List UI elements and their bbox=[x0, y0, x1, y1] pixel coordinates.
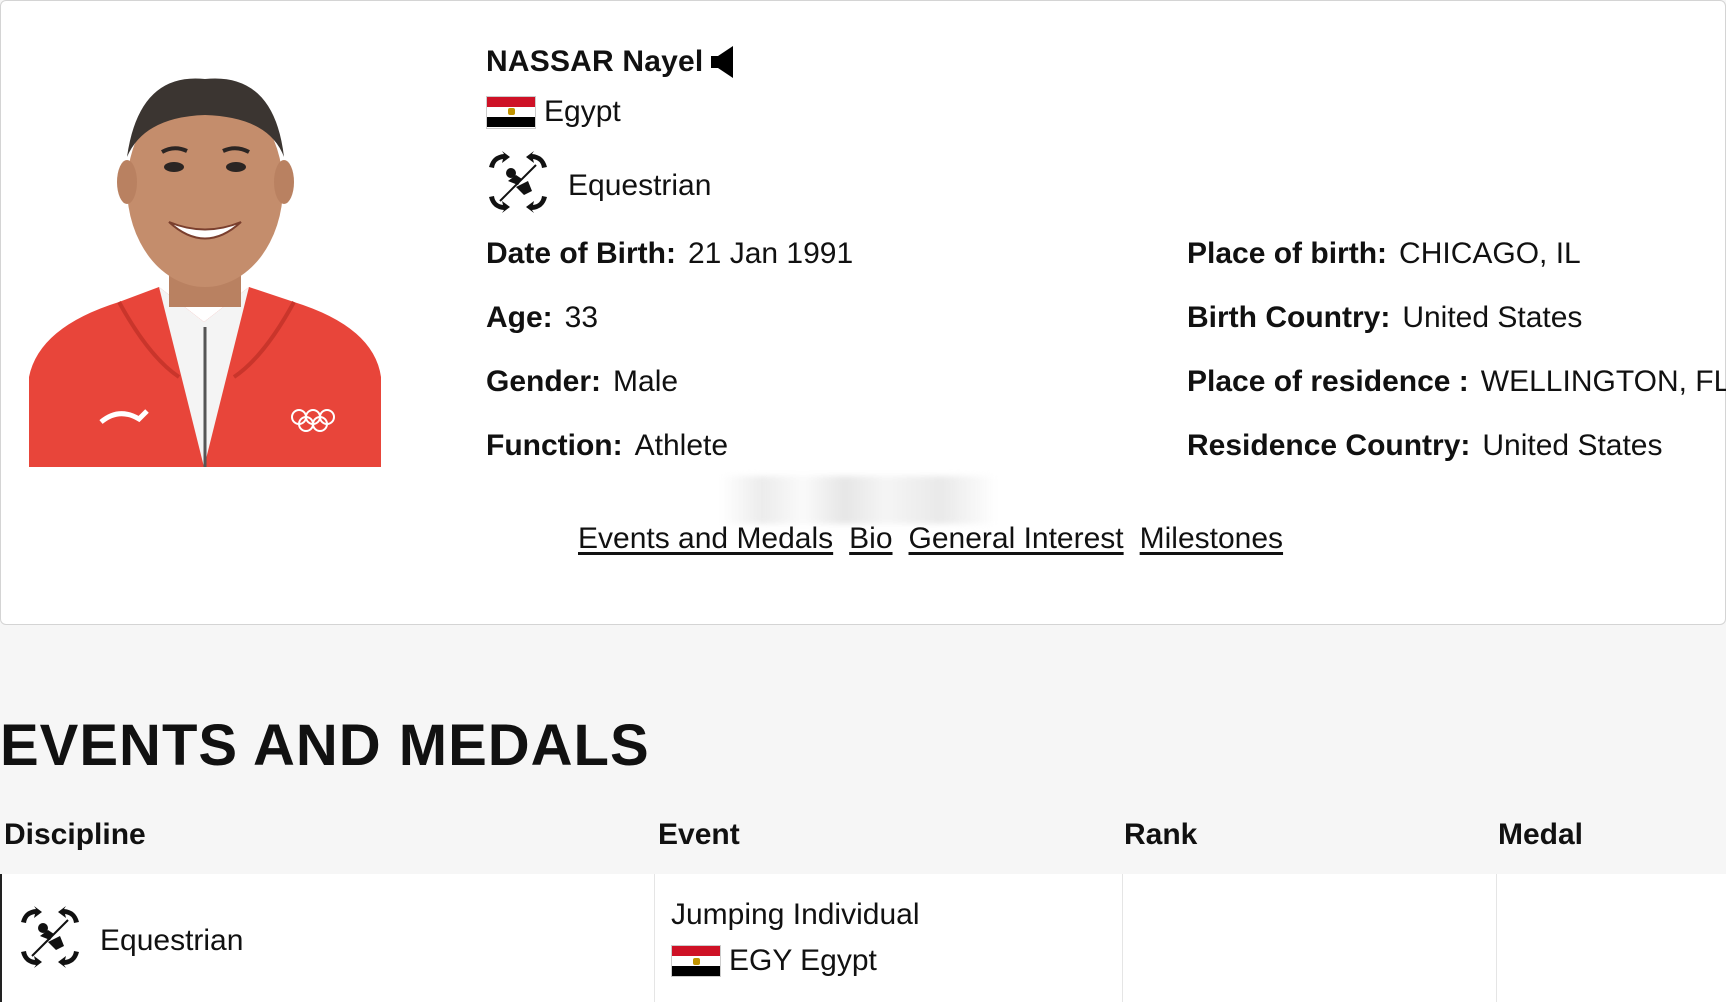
place-of-birth: Place of birth: CHICAGO, IL bbox=[1187, 237, 1581, 270]
section-title: EVENTS AND MEDALS bbox=[0, 713, 650, 778]
athlete-country: Egypt bbox=[544, 95, 621, 128]
event-cell: Jumping Individual EGY Egypt bbox=[654, 874, 1122, 1002]
gender: Gender: Male bbox=[486, 365, 679, 398]
function: Function: Athlete bbox=[486, 429, 729, 462]
col-rank: Rank bbox=[1124, 818, 1198, 851]
profile-nav: Events and Medals Bio General Interest M… bbox=[578, 522, 1283, 556]
athlete-sport: Equestrian bbox=[568, 169, 712, 202]
blurred-region bbox=[721, 476, 996, 524]
birth-country: Birth Country: United States bbox=[1187, 301, 1583, 334]
equestrian-pictogram-icon bbox=[18, 906, 82, 976]
table-row[interactable]: Equestrian Jumping Individual EGY Egypt bbox=[0, 874, 1726, 1002]
col-event: Event bbox=[658, 818, 740, 851]
speaker-icon[interactable] bbox=[709, 45, 735, 79]
event-noc: EGY Egypt bbox=[729, 944, 877, 977]
egypt-flag-icon bbox=[671, 945, 721, 977]
equestrian-pictogram-icon bbox=[486, 151, 550, 221]
residence-country: Residence Country: United States bbox=[1187, 429, 1663, 462]
link-events-and-medals[interactable]: Events and Medals bbox=[578, 522, 833, 556]
athlete-name: NASSAR Nayel bbox=[486, 45, 704, 78]
egypt-flag-icon bbox=[486, 95, 536, 129]
col-medal: Medal bbox=[1498, 818, 1584, 851]
age: Age: 33 bbox=[486, 301, 599, 334]
col-discipline: Discipline bbox=[4, 818, 146, 851]
medal-cell bbox=[1496, 874, 1726, 1002]
link-milestones[interactable]: Milestones bbox=[1140, 522, 1283, 556]
event-name: Jumping Individual bbox=[671, 898, 920, 931]
athlete-profile-card: NASSAR Nayel Egypt Equestrian Date of Bi… bbox=[0, 0, 1726, 625]
discipline-name: Equestrian bbox=[100, 924, 244, 957]
discipline-cell: Equestrian bbox=[2, 874, 654, 1002]
date-of-birth: Date of Birth: 21 Jan 1991 bbox=[486, 237, 854, 270]
link-general-interest[interactable]: General Interest bbox=[909, 522, 1124, 556]
athlete-photo bbox=[29, 77, 381, 467]
rank-cell bbox=[1122, 874, 1496, 1002]
link-bio[interactable]: Bio bbox=[849, 522, 892, 556]
place-of-residence: Place of residence : WELLINGTON, FL bbox=[1187, 365, 1726, 398]
table-header: Discipline Event Rank Medal bbox=[0, 810, 1726, 862]
